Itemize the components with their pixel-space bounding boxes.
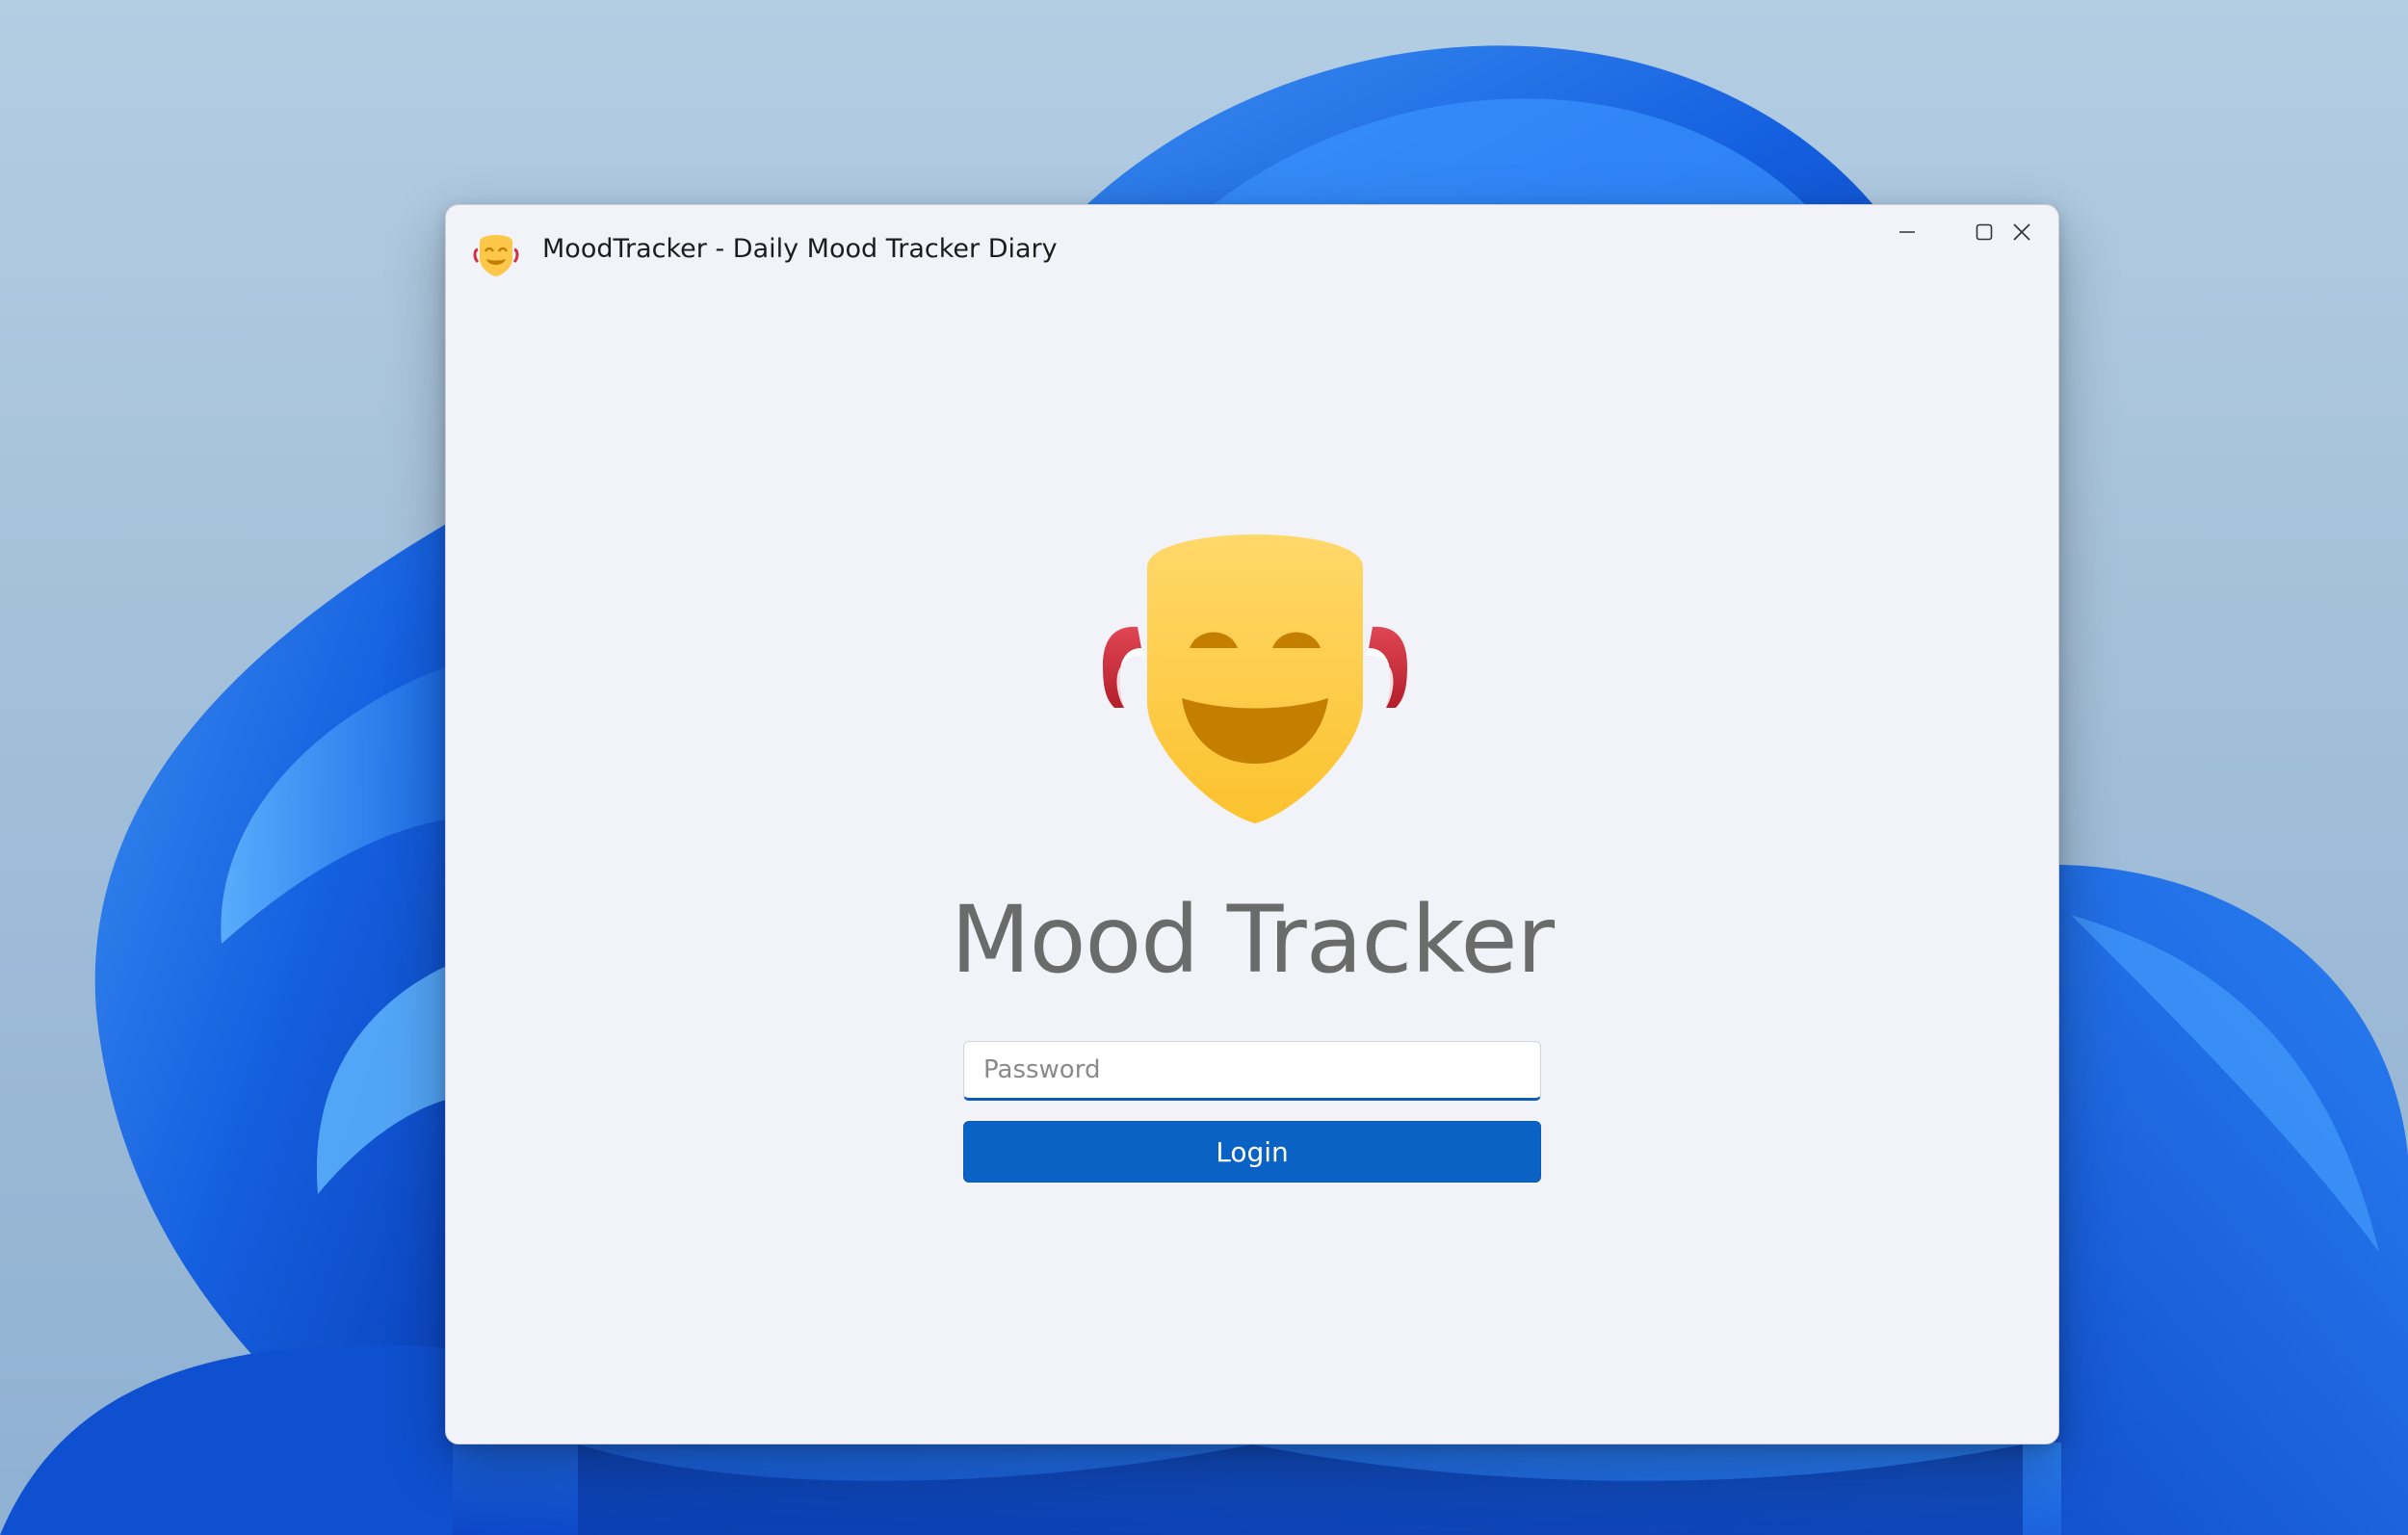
window-title: MoodTracker - Daily Mood Tracker Diary xyxy=(542,234,1058,264)
app-window: MoodTracker - Daily Mood Tracker Diary M… xyxy=(445,204,2059,1444)
login-button[interactable]: Login xyxy=(963,1121,1541,1183)
minimize-icon xyxy=(1899,231,1915,233)
password-input[interactable] xyxy=(963,1041,1541,1101)
title-bar[interactable]: MoodTracker - Daily Mood Tracker Diary xyxy=(446,205,2058,301)
app-heading: Mood Tracker xyxy=(950,886,1555,994)
close-button[interactable] xyxy=(1984,205,2058,259)
minimize-button[interactable] xyxy=(1869,205,1946,259)
smiling-mask-icon xyxy=(1082,523,1428,841)
close-icon xyxy=(2012,223,2030,241)
smiling-mask-icon xyxy=(471,230,521,280)
